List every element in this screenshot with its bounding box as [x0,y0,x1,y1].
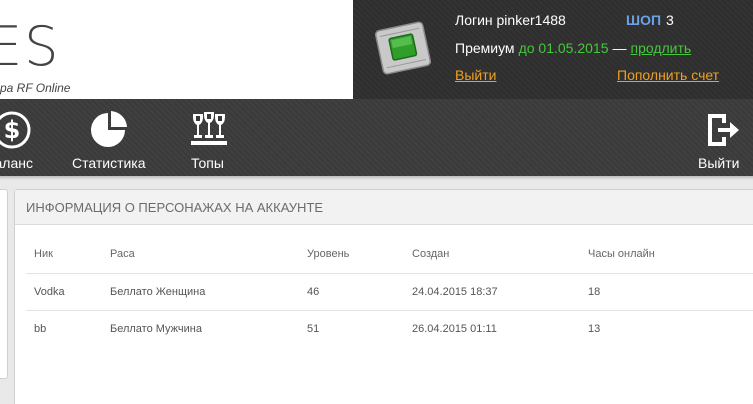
panel-title: ИНФОРМАЦИЯ О ПЕРСОНАЖАХ НА АККАУНТЕ [15,190,753,225]
main-nav: $ Баланс Статистика Топы [0,99,753,176]
account-header: Логин pinker1488 ШОП 3 Премиум до 01.05.20… [353,0,753,99]
logo-area: ES pa RF Online [0,0,353,99]
col-header-nick: Ник [26,236,110,274]
col-header-level: Уровень [307,236,412,274]
premium-label: Премиум [455,40,515,56]
left-panel [0,189,8,379]
extend-premium-link[interactable]: продлить [630,40,691,56]
login-text: Логин pinker1488 [455,12,566,28]
cell-created: 26.04.2015 01:11 [412,322,497,335]
logout-link[interactable]: Выйти [455,67,496,83]
logo-subtitle: pa RF Online [0,81,71,95]
svg-text:$: $ [4,116,21,144]
pie-chart-icon [91,111,127,147]
cell-created: 24.04.2015 18:37 [412,273,588,311]
topup-link[interactable]: Пополнить счет [617,67,719,83]
nav-label-balance: Баланс [0,155,33,171]
trophies-icon [191,112,227,145]
cell-hours: 13 [588,322,601,335]
cell-level: 46 [307,273,412,311]
nav-label-exit: Выйти [698,155,740,171]
premium-status: Премиум до 01.05.2015— продлить [455,40,691,56]
shop-count: 3 [666,12,674,28]
nav-item-tops[interactable]: Топы [185,99,235,176]
premium-date: до 01.05.2015 [518,40,609,56]
nav-label-tops: Топы [191,155,224,171]
cell-level: 51 [307,322,320,335]
characters-table: Ник Раса Уровень Создан Часы онлайн Vodk… [26,236,753,347]
logo-text: ES [0,15,61,78]
cell-race: Беллато Женщина [110,273,307,311]
account-card-icon [374,21,432,75]
exit-icon [708,114,739,146]
nav-item-exit[interactable]: Выйти [690,99,750,176]
table-row: bb Беллато Мужчина 51 26.04.2015 01:11 1… [26,310,753,347]
cell-nick: Vodka [26,273,110,311]
cell-nick: bb [34,322,47,335]
table-row: Vodka Беллато Женщина 46 24.04.2015 18:3… [26,273,753,311]
cell-hours: 18 [588,273,753,311]
table-header-row: Ник Раса Уровень Создан Часы онлайн [26,236,753,274]
nav-item-statistics[interactable]: Статистика [70,99,150,176]
col-header-created: Создан [412,236,588,274]
shop-indicator[interactable]: ШОП 3 [626,12,674,28]
dollar-icon: $ [0,111,31,149]
col-header-hours: Часы онлайн [588,236,753,274]
nav-label-statistics: Статистика [72,155,146,171]
shop-label: ШОП [626,12,662,28]
cell-race: Беллато Мужчина [110,322,202,335]
nav-item-balance[interactable]: $ Баланс [0,99,50,176]
nav-shadow [0,176,753,180]
characters-panel: ИНФОРМАЦИЯ О ПЕРСОНАЖАХ НА АККАУНТЕ Ник … [14,189,753,404]
col-header-race: Раса [110,236,307,274]
premium-dash: — [612,40,627,56]
